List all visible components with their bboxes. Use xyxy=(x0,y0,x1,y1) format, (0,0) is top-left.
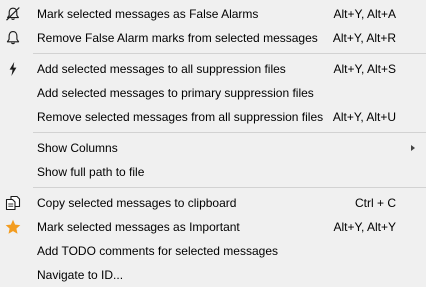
submenu-arrow-icon xyxy=(411,145,415,151)
menu-item-remove-from-all-suppression[interactable]: Remove selected messages from all suppre… xyxy=(0,105,426,129)
menu-item-label: Add selected messages to all suppression… xyxy=(37,62,286,76)
menu-item-label: Remove False Alarm marks from selected m… xyxy=(37,31,318,45)
menu-item-show-full-path[interactable]: Show full path to file xyxy=(0,160,426,184)
menu-item-copy-to-clipboard[interactable]: Copy selected messages to clipboard Ctrl… xyxy=(0,191,426,215)
menu-separator xyxy=(33,53,426,54)
menu-item-show-columns[interactable]: Show Columns xyxy=(0,136,426,160)
menu-item-remove-false-alarm-marks[interactable]: Remove False Alarm marks from selected m… xyxy=(0,26,426,50)
menu-item-label: Mark selected messages as False Alarms xyxy=(37,7,259,21)
lightning-icon xyxy=(4,60,22,78)
context-menu: Mark selected messages as False Alarms A… xyxy=(0,0,426,285)
menu-item-label: Remove selected messages from all suppre… xyxy=(37,110,324,124)
star-icon xyxy=(4,218,22,236)
menu-item-add-todo-comments[interactable]: Add TODO comments for selected messages xyxy=(0,239,426,263)
menu-item-label: Add TODO comments for selected messages xyxy=(37,244,278,258)
menu-item-label: Show full path to file xyxy=(37,165,145,179)
menu-item-label: Copy selected messages to clipboard xyxy=(37,196,237,210)
menu-item-shortcut: Alt+Y, Alt+U xyxy=(332,110,396,124)
menu-item-shortcut: Alt+Y, Alt+R xyxy=(332,31,396,45)
menu-item-shortcut: Ctrl + C xyxy=(354,196,396,210)
menu-item-shortcut: Alt+Y, Alt+S xyxy=(333,62,397,76)
menu-item-mark-false-alarms[interactable]: Mark selected messages as False Alarms A… xyxy=(0,2,426,26)
menu-item-label: Add selected messages to primary suppres… xyxy=(37,86,314,100)
copy-icon xyxy=(4,194,22,212)
menu-item-label: Show Columns xyxy=(37,141,118,155)
menu-item-mark-important[interactable]: Mark selected messages as Important Alt+… xyxy=(0,215,426,239)
menu-item-label: Mark selected messages as Important xyxy=(37,220,240,234)
bell-slash-icon xyxy=(4,5,22,23)
menu-item-add-to-all-suppression[interactable]: Add selected messages to all suppression… xyxy=(0,57,426,81)
bell-icon xyxy=(4,29,22,47)
menu-item-shortcut: Alt+Y, Alt+Y xyxy=(333,220,397,234)
menu-separator xyxy=(33,187,426,188)
menu-item-label: Navigate to ID... xyxy=(37,268,124,282)
menu-separator xyxy=(33,132,426,133)
menu-item-add-to-primary-suppression[interactable]: Add selected messages to primary suppres… xyxy=(0,81,426,105)
menu-item-navigate-to-id[interactable]: Navigate to ID... xyxy=(0,263,426,287)
menu-item-shortcut: Alt+Y, Alt+A xyxy=(333,7,397,21)
